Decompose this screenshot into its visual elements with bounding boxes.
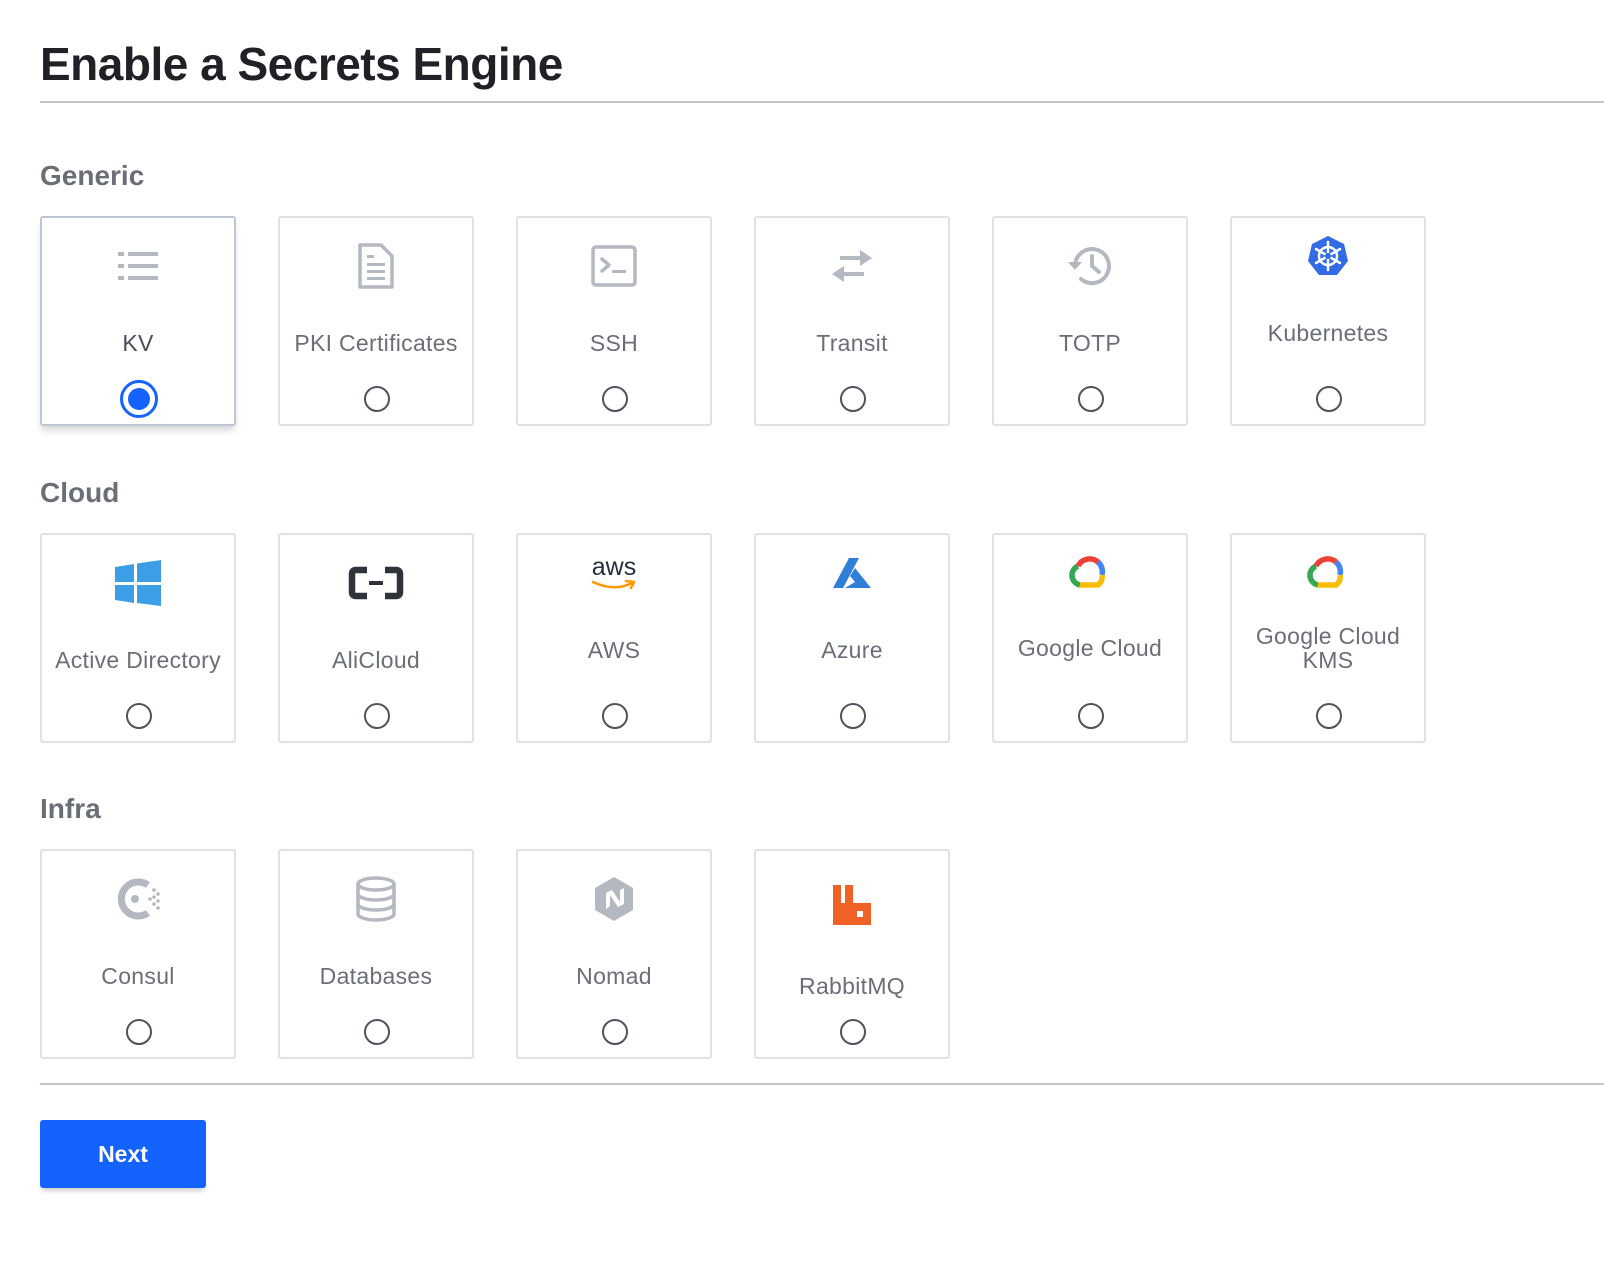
engine-radio-ssh[interactable] — [602, 386, 628, 412]
engine-grid: KV PKI Certificates SSH Transit TOTP Kub… — [40, 216, 1540, 428]
engine-radio-alicloud[interactable] — [364, 703, 390, 729]
engine-radio-rabbitmq[interactable] — [840, 1019, 866, 1045]
engine-label: Nomad — [576, 963, 652, 989]
engine-card-google-cloud[interactable]: Google Cloud — [992, 533, 1188, 743]
engine-card-kubernetes[interactable]: Kubernetes — [1230, 216, 1426, 426]
engine-radio-azure[interactable] — [840, 703, 866, 729]
engine-label: AliCloud — [331, 647, 421, 673]
engine-radio-consul[interactable] — [126, 1019, 152, 1045]
secrets-engine-page: Enable a Secrets Engine Generic KV PKI C… — [0, 0, 1604, 1280]
section-generic: Generic KV PKI Certificates SSH Transit … — [40, 156, 1426, 426]
google-cloud-icon — [994, 545, 1186, 601]
aws-icon: aws — [518, 545, 710, 601]
engine-radio-kubernetes[interactable] — [1316, 386, 1342, 412]
database-icon — [280, 871, 472, 927]
engine-radio-active-directory[interactable] — [126, 703, 152, 729]
windows-icon — [42, 555, 234, 611]
engine-radio-google-cloud-kms[interactable] — [1316, 703, 1342, 729]
engine-card-kv[interactable]: KV — [40, 216, 236, 426]
title-divider — [40, 101, 1604, 103]
engine-label: Databases — [319, 963, 433, 989]
aws-logo-text: aws — [591, 553, 637, 581]
kubernetes-icon — [1232, 228, 1424, 284]
google-cloud-icon — [1232, 545, 1424, 601]
engine-radio-google-cloud[interactable] — [1078, 703, 1104, 729]
engine-card-ssh[interactable]: SSH — [516, 216, 712, 426]
engine-label: Azure — [821, 637, 883, 663]
azure-icon — [756, 545, 948, 601]
engine-radio-aws[interactable] — [602, 703, 628, 729]
engine-card-azure[interactable]: Azure — [754, 533, 950, 743]
engine-label: Consul — [101, 963, 175, 989]
nomad-icon — [518, 871, 710, 927]
terminal-icon — [518, 238, 710, 294]
engine-label: Google Cloud — [1017, 635, 1163, 661]
section-infra: Infra Consul Databases Nomad RabbitMQ — [40, 789, 950, 1059]
engine-radio-totp[interactable] — [1078, 386, 1104, 412]
rabbitmq-icon — [756, 877, 948, 933]
alicloud-icon — [280, 555, 472, 611]
swap-arrows-icon — [756, 238, 948, 294]
engine-card-active-directory[interactable]: Active Directory — [40, 533, 236, 743]
engine-label: Active Directory — [55, 647, 221, 673]
engine-card-nomad[interactable]: Nomad — [516, 849, 712, 1059]
engine-label: TOTP — [1058, 330, 1122, 356]
engine-card-transit[interactable]: Transit — [754, 216, 950, 426]
engine-radio-pki-certificates[interactable] — [364, 386, 390, 412]
engine-radio-databases[interactable] — [364, 1019, 390, 1045]
engine-label: AWS — [587, 637, 641, 663]
engine-label: SSH — [589, 330, 639, 356]
section-cloud: Cloud Active Directory AliCloud aws AWS … — [40, 473, 1426, 743]
engine-label: Google Cloud KMS — [1255, 623, 1401, 673]
engine-card-google-cloud-kms[interactable]: Google Cloud KMS — [1230, 533, 1426, 743]
page-title: Enable a Secrets Engine — [40, 38, 563, 90]
engine-card-consul[interactable]: Consul — [40, 849, 236, 1059]
engine-label: RabbitMQ — [799, 973, 905, 999]
engine-card-databases[interactable]: Databases — [278, 849, 474, 1059]
next-button[interactable]: Next — [40, 1120, 206, 1188]
engine-card-totp[interactable]: TOTP — [992, 216, 1188, 426]
consul-icon — [42, 871, 234, 927]
engine-label: KV — [122, 330, 154, 356]
document-icon — [280, 238, 472, 294]
engine-card-rabbitmq[interactable]: RabbitMQ — [754, 849, 950, 1059]
engine-radio-transit[interactable] — [840, 386, 866, 412]
section-title: Infra — [40, 793, 101, 824]
engine-grid: Consul Databases Nomad RabbitMQ — [40, 849, 1540, 1061]
section-title: Generic — [40, 160, 145, 191]
engine-card-aws[interactable]: aws AWS — [516, 533, 712, 743]
engine-radio-kv[interactable] — [120, 380, 158, 418]
engine-label: PKI Certificates — [294, 330, 458, 356]
list-icon — [42, 238, 234, 294]
engine-card-pki-certificates[interactable]: PKI Certificates — [278, 216, 474, 426]
engine-label: Kubernetes — [1267, 320, 1389, 346]
section-title: Cloud — [40, 477, 120, 508]
footer-divider — [40, 1083, 1604, 1085]
engine-label: Transit — [816, 330, 888, 356]
engine-radio-nomad[interactable] — [602, 1019, 628, 1045]
engine-grid: Active Directory AliCloud aws AWS Azure … — [40, 533, 1540, 745]
engine-card-alicloud[interactable]: AliCloud — [278, 533, 474, 743]
history-clock-icon — [994, 238, 1186, 294]
